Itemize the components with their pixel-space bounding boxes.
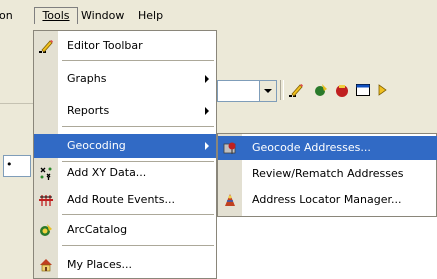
menu-separator <box>62 245 214 246</box>
submenu-item-review-rematch[interactable]: Review/Rematch Addresses <box>218 162 437 186</box>
menu-item-label: ArcCatalog <box>67 223 128 236</box>
menu-item-geocoding[interactable]: Geocoding <box>34 134 216 158</box>
submenu-arrow-icon <box>205 107 209 115</box>
menu-item-reports[interactable]: Reports <box>34 99 216 123</box>
window-icon[interactable] <box>355 82 371 98</box>
editor-pencil-icon <box>39 40 53 53</box>
menu-help[interactable]: Help <box>138 8 163 24</box>
sketch-tool-icon[interactable] <box>313 82 329 98</box>
tools-menu: Editor Toolbar Graphs Reports Geocoding … <box>33 30 217 279</box>
menu-item-add-xy-data[interactable]: Add XY Data... <box>34 161 216 185</box>
tool-red-icon[interactable] <box>334 82 350 98</box>
arrow-tool-icon[interactable] <box>376 82 392 98</box>
submenu-item-label: Address Locator Manager... <box>252 193 402 206</box>
menu-tools[interactable]: Tools <box>34 7 78 24</box>
menu-item-arccatalog[interactable]: ArcCatalog <box>34 218 216 242</box>
menu-item-label: My Places... <box>67 258 132 271</box>
arccatalog-icon <box>40 224 52 236</box>
menu-item-graphs[interactable]: Graphs <box>34 67 216 91</box>
address-locator-manager-icon <box>225 194 235 206</box>
menu-item-label: Add Route Events... <box>67 193 175 206</box>
menu-help-label: Help <box>138 9 164 22</box>
submenu-item-label: Review/Rematch Addresses <box>252 167 404 180</box>
geocoding-submenu: Geocode Addresses... Review/Rematch Addr… <box>217 133 437 217</box>
menu-item-label: Reports <box>67 104 110 117</box>
left-combo-fragment[interactable]: • <box>3 155 31 177</box>
left-combo-text: • <box>6 158 13 171</box>
toolbar-combo-box[interactable] <box>217 80 261 102</box>
menu-separator <box>62 214 214 215</box>
geocode-addresses-icon <box>223 142 236 154</box>
route-events-icon <box>39 195 53 206</box>
combo-dropdown-button[interactable] <box>259 80 277 102</box>
submenu-arrow-icon <box>205 142 209 150</box>
submenu-item-label: Geocode Addresses... <box>252 141 371 154</box>
my-places-icon <box>40 259 52 272</box>
menu-window[interactable]: Window <box>81 8 124 24</box>
menu-tools-label: Tools <box>42 9 70 22</box>
menu-item-fragment[interactable]: on <box>0 8 13 24</box>
menu-window-label: Window <box>81 9 125 22</box>
xy-data-icon <box>40 167 52 180</box>
menu-item-label: Geocoding <box>67 139 126 152</box>
background-area <box>217 217 437 279</box>
menu-item-label: Add XY Data... <box>67 166 147 179</box>
menu-item-my-places[interactable]: My Places... <box>34 253 216 277</box>
menu-separator <box>62 60 214 61</box>
menu-item-editor-toolbar[interactable]: Editor Toolbar <box>34 34 216 58</box>
toolbar-separator <box>280 80 284 100</box>
submenu-arrow-icon <box>205 75 209 83</box>
submenu-item-geocode-addresses[interactable]: Geocode Addresses... <box>218 136 437 160</box>
menu-item-label: Graphs <box>67 72 107 85</box>
editor-pencil-icon[interactable] <box>288 82 304 98</box>
menu-separator <box>62 126 214 127</box>
toolbar-left-fragment: • <box>0 75 33 177</box>
menu-item-label: Editor Toolbar <box>67 39 143 52</box>
menu-item-add-route-events[interactable]: Add Route Events... <box>34 188 216 212</box>
menu-bar: on Tools Window Help <box>0 0 437 30</box>
submenu-item-address-locator-manager[interactable]: Address Locator Manager... <box>218 188 437 212</box>
